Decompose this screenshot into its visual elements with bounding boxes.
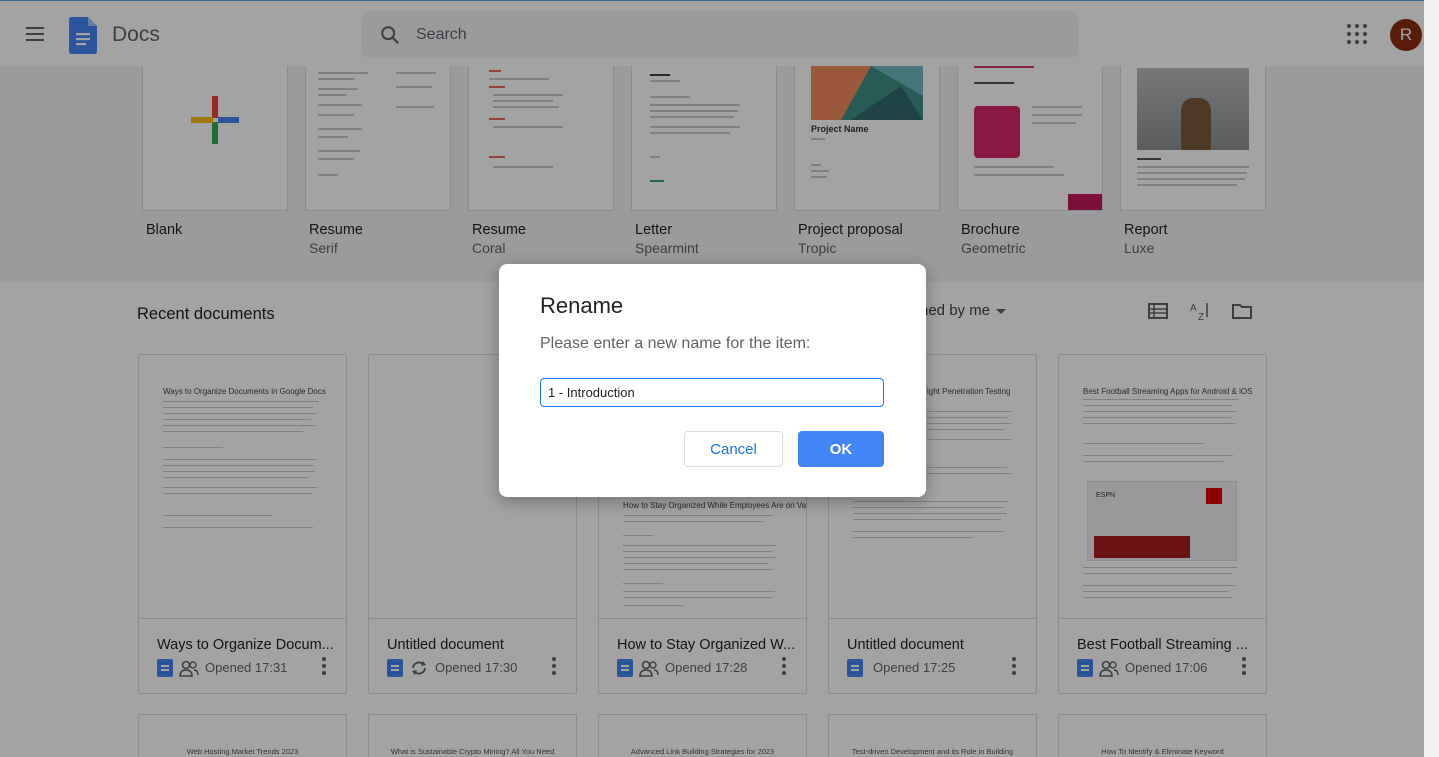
page-scrollbar[interactable]	[1424, 0, 1439, 757]
cancel-button[interactable]: Cancel	[684, 431, 783, 467]
dialog-message: Please enter a new name for the item:	[540, 335, 811, 352]
dialog-title: Rename	[540, 293, 624, 318]
rename-dialog: Rename Please enter a new name for the i…	[499, 264, 926, 497]
rename-input[interactable]	[540, 378, 884, 407]
docs-home: Docs R Blank	[0, 0, 1439, 757]
ok-button[interactable]: OK	[798, 431, 884, 467]
